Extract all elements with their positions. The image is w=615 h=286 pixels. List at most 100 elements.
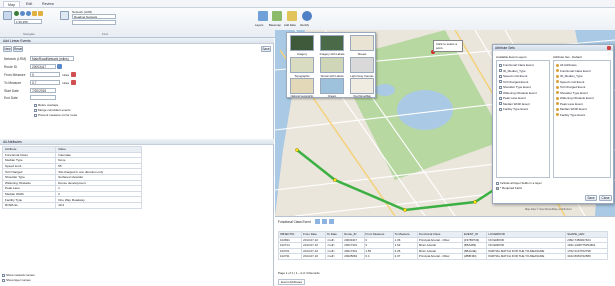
layer-icon [556,96,559,100]
basemap-imagery-labels[interactable] [320,35,344,51]
pick-from-icon[interactable] [71,72,76,77]
route-id-field[interactable]: 20003417 [30,64,56,69]
list-item[interactable]: Median Width Event [499,102,530,106]
close-icon[interactable] [607,46,611,50]
dialog-close-button[interactable]: Close [599,195,612,201]
basemap-button-label: Basemap [269,23,281,27]
option-prevent-mirror[interactable]: Prevent measure mirror route [34,113,77,117]
layer-icon [556,107,559,111]
option-retire-overlaps[interactable]: Retire overlaps [34,103,58,107]
basemap-terrain[interactable] [320,57,344,73]
attribute-set-tree[interactable]: All Attributes Functional Class Event ID_M… [553,60,611,178]
checkbox-icon [499,102,502,106]
basemap-imagery[interactable] [290,35,314,51]
identify-icon[interactable] [302,11,312,21]
pick-to-icon[interactable] [71,80,76,85]
list-item[interactable]: All Attributes [556,63,577,67]
table-cell: 0.4 [363,253,394,260]
export-icon[interactable] [329,219,334,224]
list-item[interactable]: Shoulder Type Event [499,85,531,89]
required-field-note: * Required Field [496,186,522,190]
identify-button-label: Identify [300,23,310,27]
new-button[interactable]: New [3,46,12,52]
basemap-light-gray[interactable] [350,57,374,73]
list-item[interactable]: Median Width Event [556,107,587,111]
basemap-icon[interactable] [272,11,282,21]
table-cell: 20025063 [342,253,365,260]
end-date-field[interactable] [30,95,56,100]
dialog-save-button[interactable]: Save [585,195,597,201]
list-item[interactable]: Toll Charged Event [499,80,528,84]
list-item[interactable]: Widening Obstacle Event [556,96,594,100]
list-item-label: ID_Median_Type [560,74,583,78]
option-merge-coincident[interactable]: Merge coincident events [34,108,71,112]
save-button[interactable]: Save [261,46,271,52]
list-item[interactable]: Speed Limit Event [556,80,584,84]
include-all-option[interactable]: Include all layer fields in a layer [496,181,542,185]
previous-extent-icon[interactable] [32,11,37,16]
from-measure-label: From Measure [4,73,26,77]
scale-input[interactable]: 1:36,259 [14,19,42,24]
attr-row[interactable]: ROWULL 40.4 [1,201,142,209]
layers-button-label: Layers [255,23,264,27]
table-cell: PARTIAL MATCH FOR THE TO-MEASURE [486,253,567,260]
reset-button[interactable]: Reset [13,46,23,52]
list-item[interactable]: ID_Median_Type [556,74,583,78]
table-row[interactable]: 102731 2013-07-16 <null> 20025063 0.4 2.07 Pri… [277,253,608,260]
network-select[interactable]: Roadnet Network [72,14,116,19]
network-field[interactable]: MainRoadNetwork (miles) [30,56,74,61]
to-measure-label: To Measure [4,81,22,85]
tab-edit[interactable]: Edit [22,1,36,7]
list-item[interactable]: Speed Limit Event [499,74,527,78]
basemap-national-geographic[interactable] [290,78,314,94]
list-item[interactable]: Peak Lane Event [499,96,526,100]
list-item[interactable]: Toll Charged Event [556,85,585,89]
basemap-topographic[interactable] [290,57,314,73]
show-network-names-option[interactable]: Show network names [2,273,35,277]
list-item[interactable]: Peak Lane Event [556,102,583,106]
from-measure-field[interactable]: 0 [30,72,60,77]
zoom-to-icon[interactable] [315,219,320,224]
table-cell: 2013-07-16 [301,253,326,260]
available-layers-list[interactable]: Functional Class Event ID_Median_Type Spee… [496,60,550,178]
highlight-icon[interactable] [322,219,327,224]
layers-icon[interactable] [258,11,268,21]
list-item-label: Facility Type Event [560,112,586,117]
show-layer-names-option[interactable]: Show layer names [2,278,31,282]
pan-icon[interactable] [3,11,12,20]
pick-route-icon[interactable] [57,64,62,69]
add-data-icon[interactable] [287,11,297,21]
full-extent-icon[interactable] [14,11,19,16]
attributes-table: Attribute Value Functional Class Interstat… [1,146,142,209]
attributes-header: All Attributes [0,139,274,145]
zoom-in-icon[interactable] [20,11,25,16]
table-cell: {2B8F0D} [461,253,488,260]
attribute-sets-dialog: Attribute Sets Available Event Layers At… [492,44,614,204]
route-search-input[interactable] [72,20,116,25]
list-item[interactable]: Functional Class Event [556,69,591,73]
results-table: OBJECTID From Date To Date Route_ID From Mea… [277,231,608,260]
start-date-field[interactable]: 7/20/2015 [30,88,56,93]
to-measure-field[interactable]: 0.7 [30,80,60,85]
basemap-oceans[interactable] [320,78,344,94]
basemap-label-1: Imagery with Labels [319,52,345,56]
zoom-out-icon[interactable] [26,11,31,16]
basemap-streets[interactable] [350,35,374,51]
find-route-icon[interactable] [60,11,69,20]
find-group-label: Find [102,32,108,36]
end-date-label: End Date [4,96,18,100]
basemap-osm[interactable] [350,78,374,94]
tab-event-attributes[interactable]: Event Attributes [278,279,306,285]
list-item[interactable]: Functional Class Event [499,63,534,67]
tab-map[interactable]: Map [3,1,20,7]
list-item-label: Speed Limit Event [503,74,528,78]
layer-icon [556,91,559,95]
next-extent-icon[interactable] [38,11,43,16]
list-item[interactable]: Facility Type Event [499,107,528,111]
list-item[interactable]: Shoulder Type Event [556,91,588,95]
list-item[interactable]: ID_Median_Type [499,69,526,73]
list-item[interactable]: Facility Type Event [556,113,585,117]
tab-review[interactable]: Review [38,1,58,7]
panel-header: Add Linear Events [0,38,274,44]
list-item[interactable]: Widening Obstacle Event [499,91,537,95]
